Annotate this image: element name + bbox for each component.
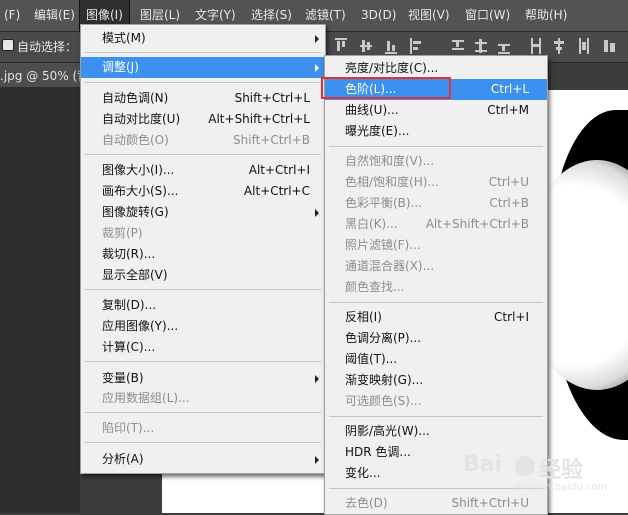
distribute-vcenter-icon[interactable] <box>475 38 487 54</box>
align-top-icon[interactable] <box>335 38 347 54</box>
image-menu-item-rotation[interactable]: 图像旋转(G) <box>81 202 325 223</box>
adjust-item-color-balance[interactable]: 色彩平衡(B)... Ctrl+B <box>325 193 547 214</box>
distribute-hcenter-icon[interactable] <box>553 38 565 54</box>
align-bottom-icon[interactable] <box>385 38 397 54</box>
workspace-background <box>0 87 80 513</box>
adjust-item-black-white[interactable]: 黑白(K)... Alt+Shift+Ctrl+B <box>325 214 547 235</box>
watermark: Bai 经验 jingyan.baidu.com <box>463 452 607 502</box>
image-menu-item-calculations[interactable]: 计算(C)... <box>81 337 325 358</box>
menu-edit[interactable]: 编辑(E) <box>34 0 75 31</box>
menu-3d[interactable]: 3D(D) <box>361 0 396 31</box>
image-menu-item-crop[interactable]: 裁剪(P) <box>81 223 325 244</box>
image-menu-item-variables[interactable]: 变量(B) <box>81 368 325 389</box>
image-menu-item-analysis[interactable]: 分析(A) <box>81 449 325 470</box>
watermark-text-2: 经验 <box>539 458 584 483</box>
adjust-item-vibrance[interactable]: 自然饱和度(V)... <box>325 151 547 172</box>
image-menu-item-apply-image[interactable]: 应用图像(Y)... <box>81 316 325 337</box>
image-menu-item-canvas-size[interactable]: 画布大小(S)... Alt+Ctrl+C <box>81 181 325 202</box>
image-menu: 模式(M) 调整(J) 自动色调(N) Shift+Ctrl+L 自动对比度(U)… <box>80 24 326 474</box>
adjust-item-photo-filter[interactable]: 照片滤镜(F)... <box>325 235 547 256</box>
distribute-top-icon[interactable] <box>452 38 464 54</box>
image-menu-item-auto-tone[interactable]: 自动色调(N) Shift+Ctrl+L <box>81 88 325 109</box>
auto-align-icon[interactable] <box>604 38 616 54</box>
image-menu-item-image-size[interactable]: 图像大小(I)... Alt+Ctrl+I <box>81 160 325 181</box>
adjust-item-threshold[interactable]: 阈值(T)... <box>325 349 547 370</box>
image-menu-item-adjust[interactable]: 调整(J) <box>81 57 325 78</box>
image-menu-item-auto-color[interactable]: 自动颜色(O) Shift+Ctrl+B <box>81 130 325 151</box>
menu-window[interactable]: 窗口(W) <box>465 0 510 31</box>
image-menu-item-auto-contrast[interactable]: 自动对比度(U) Alt+Shift+Ctrl+L <box>81 109 325 130</box>
adjust-item-channel-mixer[interactable]: 通道混合器(X)... <box>325 256 547 277</box>
distribute-bottom-icon[interactable] <box>498 38 510 54</box>
adjust-item-selective-color[interactable]: 可选颜色(S)... <box>325 391 547 412</box>
image-menu-item-trim[interactable]: 裁切(R)... <box>81 244 325 265</box>
adjust-item-invert[interactable]: 反相(I) Ctrl+I <box>325 307 547 328</box>
adjust-item-brightness-contrast[interactable]: 亮度/对比度(C)... <box>325 58 547 79</box>
distribute-right-icon[interactable] <box>578 38 590 54</box>
distribute-left-icon[interactable] <box>530 38 542 54</box>
watermark-subtext: jingyan.baidu.com <box>515 482 608 493</box>
adjust-item-shadows-highlights[interactable]: 阴影/高光(W)... <box>325 421 547 442</box>
adjustments-submenu: 亮度/对比度(C)... 色阶(L)... Ctrl+L 曲线(U)... Ctrl… <box>324 55 548 515</box>
auto-select-checkbox[interactable] <box>2 39 14 51</box>
auto-select-label: 自动选择： <box>17 40 78 54</box>
menu-help[interactable]: 帮助(H) <box>525 0 567 31</box>
adjust-item-hue-saturation[interactable]: 色相/饱和度(H)... Ctrl+U <box>325 172 547 193</box>
menu-file[interactable]: (F) <box>4 0 20 31</box>
image-menu-item-mode[interactable]: 模式(M) <box>81 28 325 49</box>
image-menu-item-apply-data-set[interactable]: 应用数据组(L)... <box>81 388 325 409</box>
adjust-item-gradient-map[interactable]: 渐变映射(G)... <box>325 370 547 391</box>
align-left-icon[interactable] <box>410 38 422 54</box>
paw-logo-icon <box>515 456 535 476</box>
adjust-item-curves[interactable]: 曲线(U)... Ctrl+M <box>325 100 547 121</box>
annotation-highlight-box <box>321 77 451 99</box>
adjust-item-exposure[interactable]: 曝光度(E)... <box>325 121 547 142</box>
menu-view[interactable]: 视图(V) <box>408 0 450 31</box>
adjust-item-color-lookup[interactable]: 颜色查找... <box>325 277 547 298</box>
image-menu-item-duplicate[interactable]: 复制(D)... <box>81 295 325 316</box>
watermark-text: Bai <box>463 452 503 477</box>
image-menu-item-trap[interactable]: 陷印(T)... <box>81 418 325 439</box>
document-tab-label: .jpg @ 50% (背 <box>0 69 90 83</box>
image-menu-item-reveal-all[interactable]: 显示全部(V) <box>81 265 325 286</box>
adjust-item-posterize[interactable]: 色调分离(P)... <box>325 328 547 349</box>
align-vcenter-icon[interactable] <box>360 38 372 54</box>
